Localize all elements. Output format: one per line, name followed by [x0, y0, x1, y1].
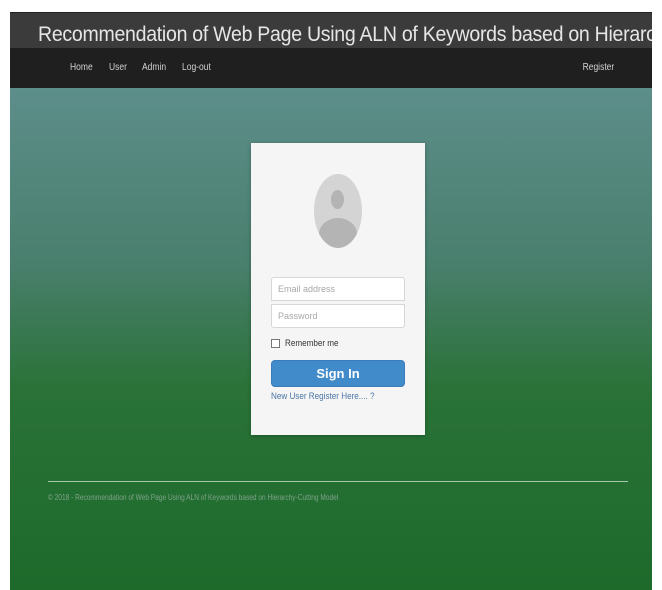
nav-item-logout[interactable]: Log-out — [182, 62, 211, 73]
avatar-head — [331, 190, 344, 209]
nav-item-register[interactable]: Register — [582, 62, 614, 73]
login-card: Remember me Sign In New User Register He… — [251, 143, 425, 435]
email-input[interactable] — [271, 277, 405, 301]
title-bar: Recommendation of Web Page Using ALN of … — [10, 12, 652, 48]
nav-item-user[interactable]: User — [109, 62, 127, 73]
site-title: Recommendation of Web Page Using ALN of … — [38, 23, 652, 46]
sign-in-button[interactable]: Sign In — [271, 360, 405, 387]
remember-me-row: Remember me — [271, 338, 345, 348]
nav-menu: Home User Admin Log-out — [70, 62, 228, 73]
remember-me-label: Remember me — [285, 338, 339, 348]
nav-item-home[interactable]: Home — [70, 62, 93, 73]
footer-divider — [48, 481, 628, 482]
navbar: Home User Admin Log-out Register — [10, 48, 652, 88]
password-input[interactable] — [271, 304, 405, 328]
avatar-body — [319, 218, 357, 248]
nav-item-admin[interactable]: Admin — [142, 62, 166, 73]
user-avatar-icon — [314, 174, 362, 248]
new-user-register-link[interactable]: New User Register Here.... ? — [271, 391, 375, 401]
remember-me-checkbox[interactable] — [271, 338, 280, 348]
footer-copyright: © 2018 - Recommendation of Web Page Usin… — [48, 493, 339, 502]
browser-frame: Recommendation of Web Page Using ALN of … — [10, 12, 652, 590]
main-content: Remember me Sign In New User Register He… — [10, 88, 652, 590]
